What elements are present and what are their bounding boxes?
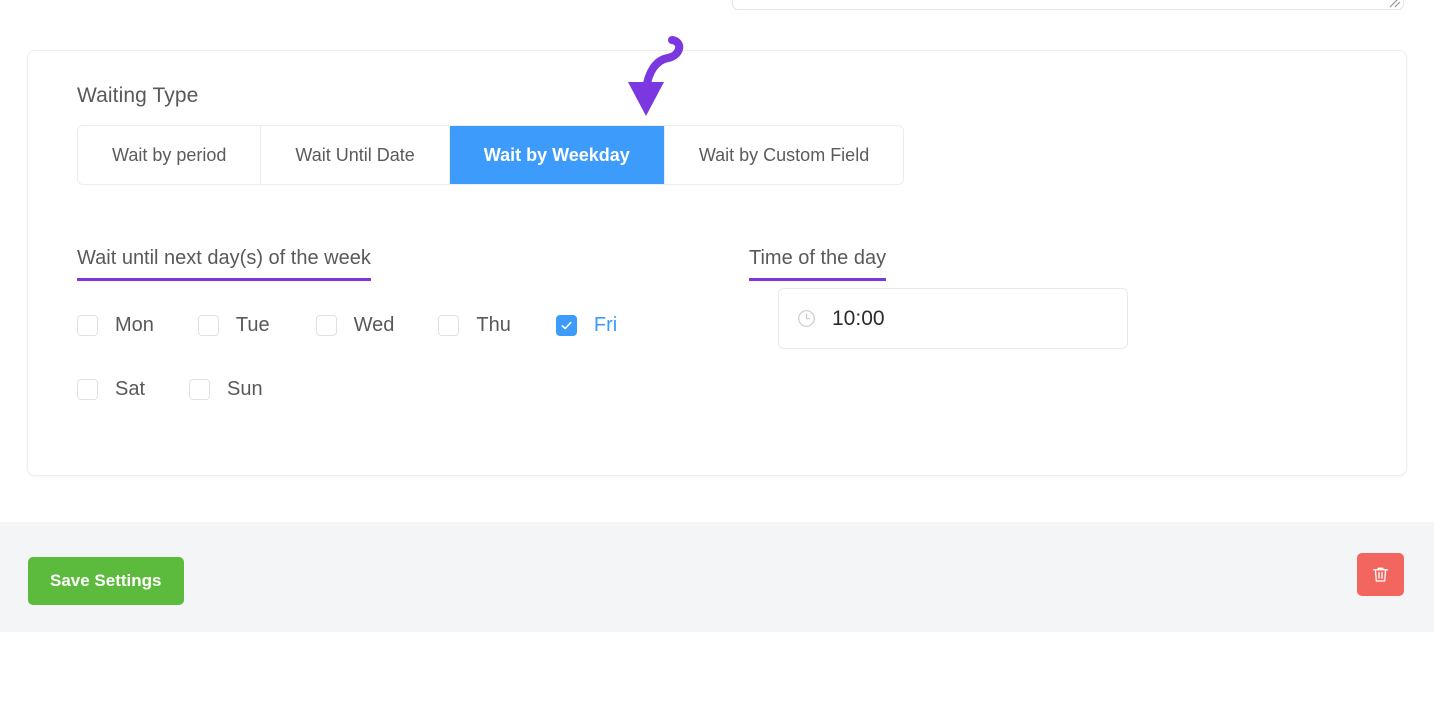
weekdays-field-label: Wait until next day(s) of the week (77, 247, 371, 281)
weekday-row-1: Mon Tue Wed Thu Fri (77, 305, 717, 345)
checkbox-tue[interactable] (197, 314, 219, 336)
checkbox-label-sat: Sat (115, 377, 146, 400)
checkbox-mon[interactable] (77, 314, 98, 336)
checkbox-option-sun[interactable]: Sun (189, 378, 263, 401)
checkbox-sat[interactable] (77, 378, 98, 400)
weekday-row-2: Sat Sun (77, 369, 717, 409)
checkbox-label-thu: Thu (476, 313, 511, 336)
checkbox-wed[interactable] (315, 314, 337, 336)
delete-button[interactable] (1357, 553, 1404, 596)
tab-wait-until-date[interactable]: Wait Until Date (261, 126, 450, 184)
tab-wait-by-custom-field[interactable]: Wait by Custom Field (664, 126, 904, 184)
checkbox-fri[interactable] (555, 314, 577, 336)
trash-icon (1373, 567, 1388, 582)
checkbox-option-mon[interactable]: Mon (77, 314, 154, 337)
waiting-type-tabs: Wait by period Wait Until Date Wait by W… (77, 125, 905, 185)
resize-grip-icon[interactable] (1387, 0, 1401, 8)
time-of-day-input[interactable]: 10:00 (778, 288, 1128, 349)
checkbox-option-fri[interactable]: Fri (555, 313, 618, 337)
notes-textarea[interactable] (732, 0, 1404, 10)
page-root: Waiting Type Wait by period Wait Until D… (0, 0, 1434, 704)
page-title: Waiting Type (77, 84, 199, 107)
clock-icon (797, 309, 816, 328)
checkbox-option-wed[interactable]: Wed (315, 313, 395, 337)
checkbox-label-mon: Mon (115, 313, 154, 336)
checkbox-option-tue[interactable]: Tue (197, 313, 270, 337)
tab-wait-by-weekday[interactable]: Wait by Weekday (449, 126, 665, 184)
tab-wait-by-period[interactable]: Wait by period (78, 126, 262, 184)
save-settings-button[interactable]: Save Settings (28, 557, 184, 605)
time-field-label: Time of the day (749, 247, 887, 281)
checkbox-label-sun: Sun (227, 377, 263, 400)
waiting-type-card: Waiting Type Wait by period Wait Until D… (27, 50, 1407, 476)
checkbox-sun[interactable] (189, 378, 211, 400)
weekday-checkbox-group: Mon Tue Wed Thu Fri Sat Sun (77, 305, 717, 409)
checkbox-label-wed: Wed (353, 313, 395, 336)
time-value: 10:00 (832, 306, 885, 330)
checkbox-label-tue: Tue (235, 313, 270, 336)
checkbox-option-thu[interactable]: Thu (438, 313, 511, 337)
footer-action-bar: Save Settings (0, 522, 1434, 632)
check-icon (561, 321, 572, 329)
checkbox-thu[interactable] (438, 314, 460, 336)
checkbox-label-fri: Fri (593, 313, 618, 336)
checkbox-option-sat[interactable]: Sat (77, 378, 145, 401)
